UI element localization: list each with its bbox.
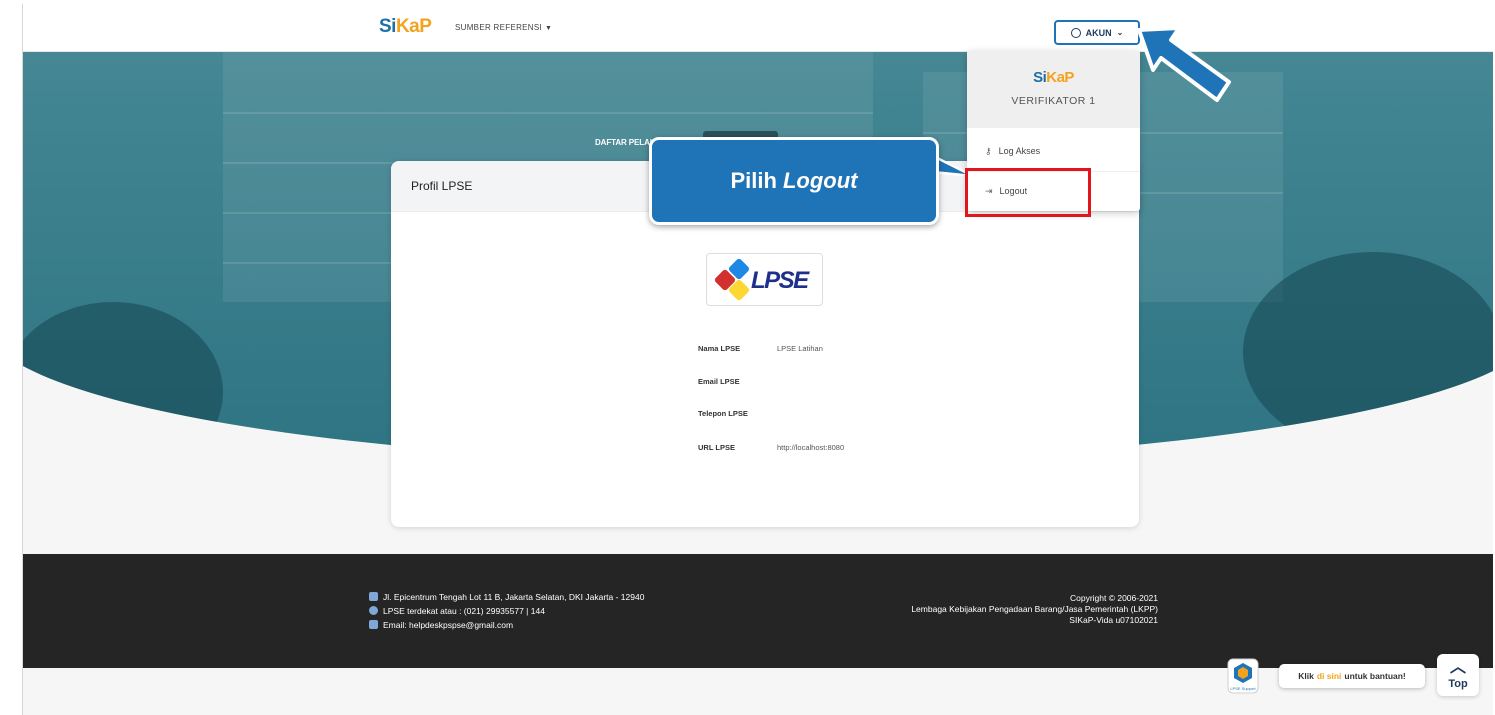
screenshot-frame: DAFTAR PELAKU USAHA PROFIL LPSE DAFTAR H…: [0, 0, 1495, 715]
instruction-callout: Pilih Logout: [649, 137, 939, 225]
akun-label: AKUN: [1085, 27, 1112, 38]
footer-address-text: Jl. Epicentrum Tengah Lot 11 B, Jakarta …: [383, 591, 645, 602]
akun-button[interactable]: AKUN ⌄: [1054, 20, 1140, 45]
footer-contact: Jl. Epicentrum Tengah Lot 11 B, Jakarta …: [369, 591, 644, 633]
copyright-text: Copyright © 2006-2021: [1069, 593, 1158, 603]
footer-phone: LPSE terdekat atau : (021) 29935577 | 14…: [369, 605, 644, 616]
field-label: URL LPSE: [698, 443, 735, 452]
version-text: SIKaP-Vida u07102021: [1069, 615, 1158, 625]
top-navbar: SiKaP SUMBER REFERENSI ▼ AKUN ⌄: [23, 4, 1493, 52]
lpse-logo: LPSE: [706, 253, 823, 306]
top-label: Top: [1448, 678, 1468, 690]
tree-shape: [1243, 252, 1493, 452]
dropdown-sikap-logo: SiKaP: [1033, 69, 1074, 86]
footer-email-text: Email: helpdeskpspse@gmail.com: [383, 619, 514, 630]
field-label: Nama LPSE: [698, 344, 741, 353]
sumber-referensi-label: SUMBER REFERENSI: [455, 23, 543, 32]
field-value: LPSE Latihan: [777, 344, 823, 353]
building-icon: [369, 592, 378, 601]
lpse-logo-text: LPSE: [751, 267, 809, 294]
logo-part-si: Si: [379, 16, 396, 37]
org-text: Lembaga Kebijakan Pengadaan Barang/Jasa …: [911, 604, 1158, 614]
footer-address: Jl. Epicentrum Tengah Lot 11 B, Jakarta …: [369, 591, 644, 602]
logo-part-kap: KaP: [1046, 69, 1074, 86]
footer-copyright: Copyright © 2006-2021 Lembaga Kebijakan …: [911, 593, 1158, 626]
app-window: DAFTAR PELAKU USAHA PROFIL LPSE DAFTAR H…: [22, 4, 1493, 715]
callout-text: Pilih: [730, 168, 777, 193]
tree-shape: [23, 302, 223, 462]
field-label: Telepon LPSE: [698, 409, 748, 418]
lpse-support-icon[interactable]: LPSE Support: [1227, 658, 1259, 694]
sumber-referensi-menu[interactable]: SUMBER REFERENSI ▼: [455, 23, 552, 32]
callout-emphasis: Logout: [782, 168, 858, 193]
chevron-up-icon: ︿: [1449, 659, 1466, 676]
help-link[interactable]: di sini: [1317, 671, 1342, 681]
support-badge-text: LPSE Support: [1230, 686, 1256, 691]
user-circle-icon: [1070, 27, 1081, 38]
field-value: http://localhost:8080: [777, 443, 845, 452]
logo-part-kap: KaP: [395, 16, 432, 37]
field-label: Email LPSE: [698, 377, 740, 386]
logout-highlight-box: [965, 168, 1091, 217]
footer: Jl. Epicentrum Tengah Lot 11 B, Jakarta …: [23, 554, 1493, 668]
pointer-arrow-icon: [1137, 26, 1231, 102]
logo-part-si: Si: [1033, 69, 1047, 86]
dropdown-username: VERIFIKATOR 1: [1011, 95, 1096, 107]
help-pre-text: Klik: [1298, 671, 1314, 681]
menu-item-log-akses[interactable]: ⚷ Log Akses: [967, 136, 1140, 166]
phone-icon: [369, 606, 378, 615]
help-bubble[interactable]: Klik di sini untuk bantuan!: [1279, 664, 1425, 688]
mail-icon: [369, 620, 378, 629]
menu-item-label: Log Akses: [998, 146, 1041, 156]
sikap-logo[interactable]: SiKaP: [379, 16, 432, 38]
help-post-text: untuk bantuan!: [1344, 671, 1406, 681]
window-line: [223, 112, 873, 114]
footer-phone-text: LPSE terdekat atau : (021) 29935577 | 14…: [383, 605, 545, 616]
back-to-top-button[interactable]: ︿ Top: [1437, 654, 1479, 696]
key-icon: ⚷: [985, 145, 992, 156]
dropdown-header: SiKaP VERIFIKATOR 1: [967, 51, 1140, 128]
caret-down-icon: ▼: [545, 25, 553, 32]
footer-email: Email: helpdeskpspse@gmail.com: [369, 619, 644, 630]
chevron-down-icon: ⌄: [1116, 28, 1124, 37]
